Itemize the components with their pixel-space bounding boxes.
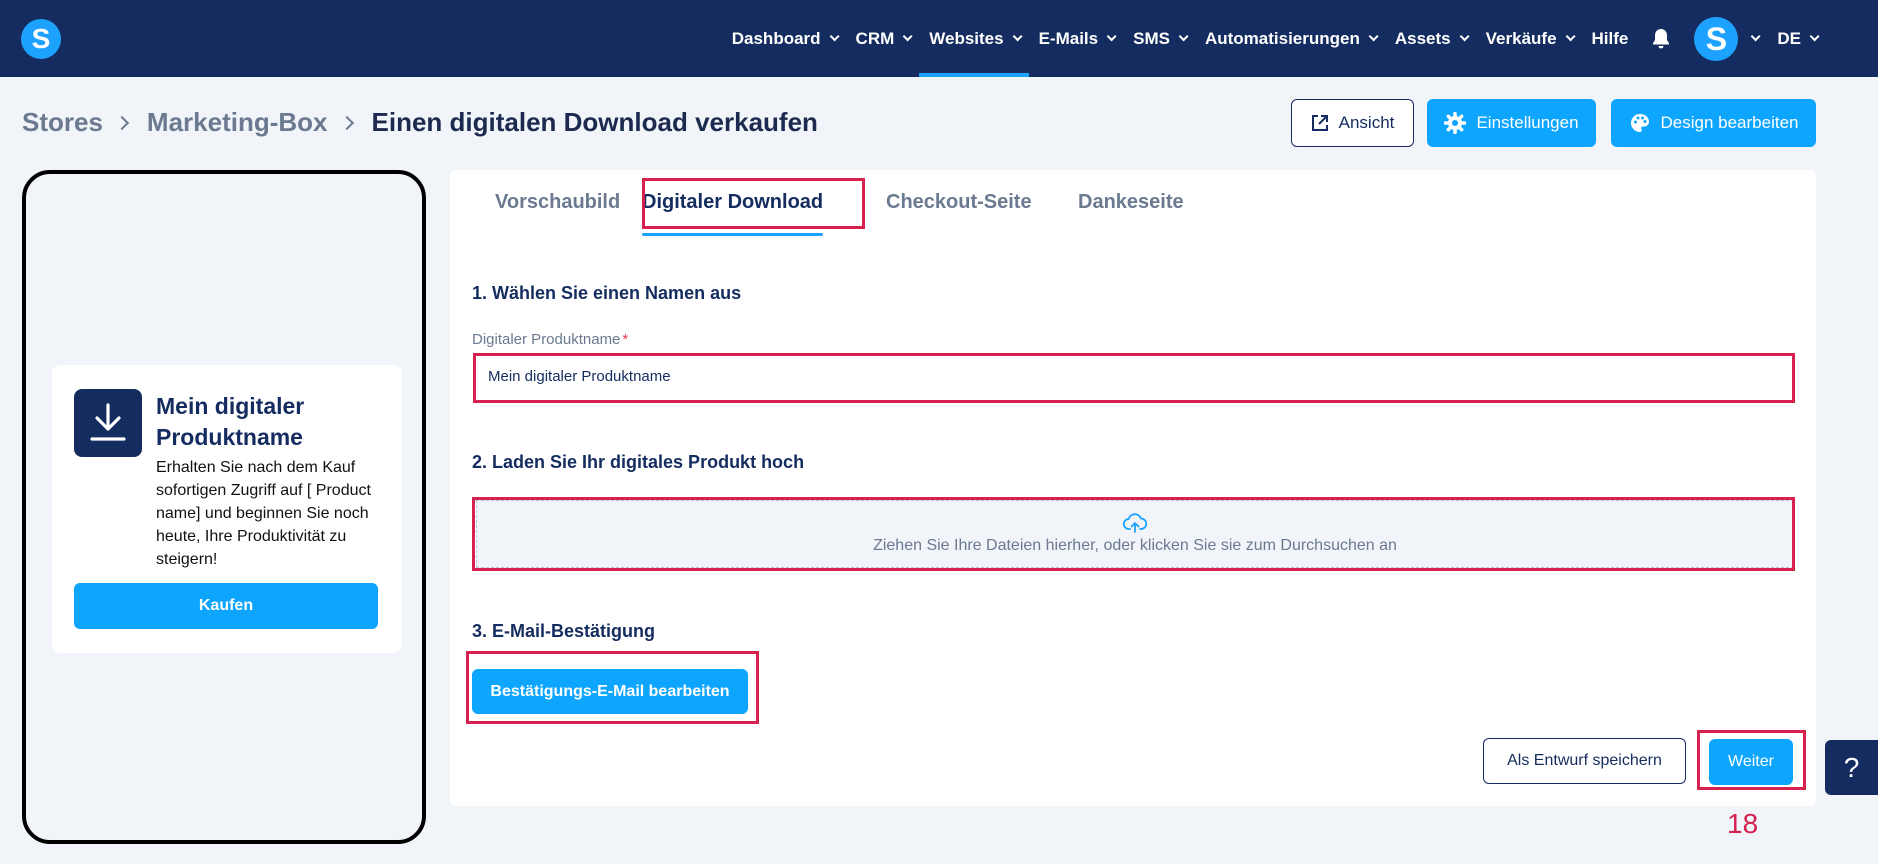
file-upload-dropzone[interactable]: Ziehen Sie Ihre Dateien hierher, oder kl… [476, 500, 1794, 568]
chevron-down-icon [902, 31, 913, 42]
nav-emails[interactable]: E-Mails [1029, 0, 1124, 77]
chevron-down-icon [1368, 31, 1379, 42]
preview-product-title: Mein digitaler Produktname [156, 393, 305, 450]
step-number: 18 [1727, 808, 1759, 839]
save-draft-button[interactable]: Als Entwurf speichern [1483, 738, 1686, 784]
chevron-down-icon [1565, 31, 1576, 42]
cloud-upload-icon [1123, 513, 1147, 533]
nav-label: Assets [1394, 28, 1451, 48]
chevron-down-icon [1809, 31, 1820, 42]
nav-label: Hilfe [1591, 28, 1629, 48]
nav-automatisierungen[interactable]: Automatisierungen [1195, 0, 1385, 77]
gear-icon [1444, 112, 1467, 134]
edit-design-button-label: Design bearbeiten [1660, 113, 1799, 132]
preview-buy-button[interactable]: Kaufen [74, 583, 378, 629]
view-button[interactable]: Ansicht [1291, 99, 1414, 147]
tab-vorschaubild[interactable]: Vorschaubild [495, 170, 620, 234]
tab-dankeseite[interactable]: Dankeseite [1078, 170, 1184, 234]
section-upload-title: 2. Laden Sie Ihr digitales Produkt hoch [472, 452, 805, 472]
chevron-down-icon [1012, 31, 1023, 42]
palette-icon [1630, 114, 1649, 132]
nav-assets[interactable]: Assets [1385, 0, 1476, 77]
nav-label: Automatisierungen [1204, 28, 1360, 48]
settings-button[interactable]: Einstellungen [1427, 99, 1596, 147]
main-nav: Dashboard CRM Websites E-Mails SMS Autom… [722, 0, 1820, 77]
language-selector[interactable]: DE [1771, 0, 1820, 77]
nav-sms[interactable]: SMS [1123, 0, 1195, 77]
page-title: Einen digitalen Download verkaufen [371, 107, 818, 137]
nav-label: Verkäufe [1485, 28, 1557, 48]
user-avatar[interactable]: S [1694, 16, 1739, 61]
chevron-down-icon [829, 31, 840, 42]
breadcrumb: Stores Marketing-Box Einen digitalen Dow… [22, 107, 818, 138]
required-mark: * [622, 331, 629, 348]
chevron-down-icon [1459, 31, 1470, 42]
tab-checkout-seite[interactable]: Checkout-Seite [886, 170, 1032, 234]
nav-websites[interactable]: Websites [919, 0, 1029, 77]
chevron-right-icon [114, 115, 129, 130]
external-link-icon [1311, 115, 1328, 131]
nav-crm[interactable]: CRM [846, 0, 920, 77]
nav-label: CRM [855, 28, 895, 48]
section-email-title: 3. E-Mail-Bestätigung [472, 621, 656, 641]
nav-label: SMS [1133, 28, 1170, 48]
download-icon [74, 389, 142, 457]
edit-design-button[interactable]: Design bearbeiten [1611, 99, 1816, 147]
product-name-input[interactable] [476, 356, 1792, 396]
product-name-label: Digitaler Produktname * [472, 331, 628, 348]
brand-logo[interactable]: S [21, 19, 61, 59]
view-button-label: Ansicht [1338, 113, 1395, 132]
section-name-title: 1. Wählen Sie einen Namen aus [472, 283, 742, 303]
product-preview-card: Mein digitaler Produktname Erhalten Sie … [52, 365, 402, 653]
nav-label: Websites [929, 28, 1004, 48]
tab-digitaler-download[interactable]: Digitaler Download [642, 170, 824, 236]
breadcrumb-stores[interactable]: Stores [22, 107, 103, 138]
phone-preview: Mein digitaler Produktname Erhalten Sie … [22, 170, 426, 844]
product-name-label-text: Digitaler Produktname [472, 331, 621, 348]
chevron-down-icon [1106, 31, 1117, 42]
edit-confirmation-email-button[interactable]: Bestätigungs-E-Mail bearbeiten [472, 669, 748, 714]
nav-label: Dashboard [731, 28, 821, 48]
upload-instructions: Ziehen Sie Ihre Dateien hierher, oder kl… [873, 537, 1397, 554]
preview-product-description: Erhalten Sie nach dem Kauf sofortigen Zu… [156, 459, 371, 568]
help-button[interactable]: ? [1825, 740, 1878, 795]
next-button[interactable]: Weiter [1709, 739, 1793, 785]
nav-hilfe[interactable]: Hilfe [1582, 0, 1639, 77]
language-label: DE [1777, 28, 1801, 48]
nav-dashboard[interactable]: Dashboard [722, 0, 846, 77]
editor-panel: Vorschaubild Digitaler Download Checkout… [450, 170, 1816, 806]
settings-button-label: Einstellungen [1476, 113, 1579, 132]
chevron-down-icon [1178, 31, 1189, 42]
breadcrumb-marketing-box[interactable]: Marketing-Box [147, 107, 328, 138]
nav-label: E-Mails [1038, 28, 1099, 48]
nav-verkaeufe[interactable]: Verkäufe [1476, 0, 1582, 77]
bell-icon[interactable] [1650, 28, 1672, 50]
top-navigation-bar: S Dashboard CRM Websites E-Mails SMS Aut… [0, 0, 1878, 77]
chevron-right-icon [339, 115, 354, 130]
chevron-down-icon[interactable] [1751, 31, 1761, 42]
